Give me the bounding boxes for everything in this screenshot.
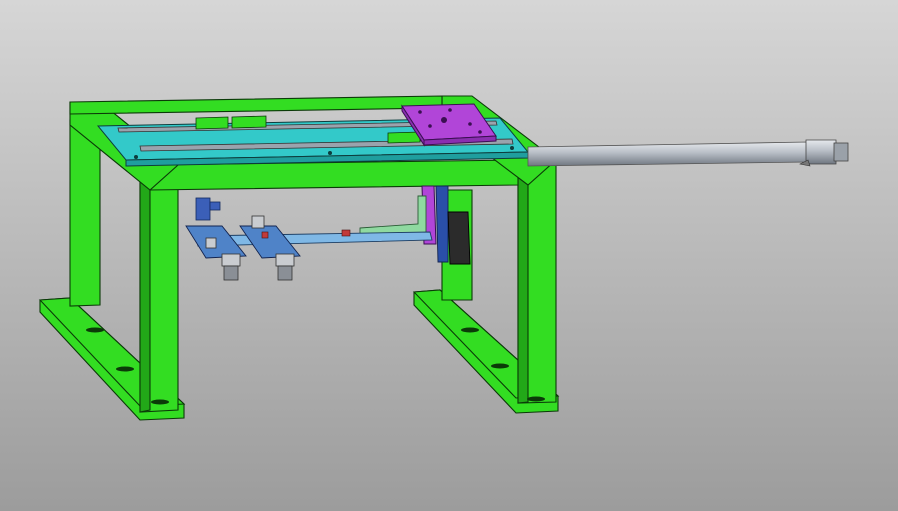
front-right-leg-side (517, 159, 529, 404)
hanger-plate-blue (435, 185, 449, 263)
rod-end-fitting (805, 139, 837, 165)
hanger-motor (447, 211, 471, 265)
assembly-model-view[interactable] (0, 0, 898, 511)
rod-end-nut (833, 142, 849, 162)
sensor-marker-2 (261, 231, 269, 239)
front-left-leg-side (139, 159, 151, 413)
back-left-leg (69, 119, 101, 307)
sensor-marker (341, 229, 351, 237)
cad-viewport[interactable] (0, 0, 898, 511)
